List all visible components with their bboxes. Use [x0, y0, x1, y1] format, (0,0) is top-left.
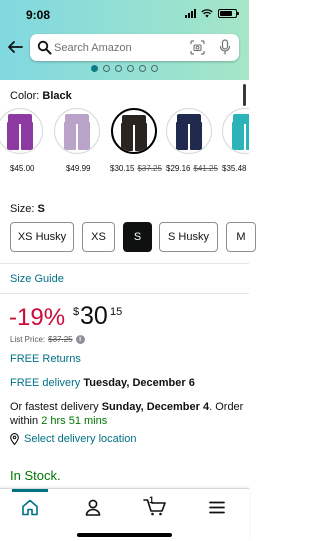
- search-bar[interactable]: [30, 34, 239, 61]
- product-thumbnail: [232, 114, 249, 150]
- swatch-price: $30.15 $37.25: [110, 164, 162, 173]
- swatch-price: $35.48: [222, 164, 247, 173]
- camera-search-icon[interactable]: [190, 40, 205, 55]
- fastest-delivery-info: Or fastest delivery Sunday, December 4. …: [10, 401, 244, 427]
- carousel-dot[interactable]: [91, 65, 98, 72]
- size-option-s[interactable]: S: [123, 222, 152, 252]
- free-delivery-link[interactable]: FREE delivery: [10, 377, 80, 389]
- account-icon: [85, 499, 101, 516]
- color-swatch-white-purple[interactable]: [54, 108, 100, 154]
- color-swatch-purple[interactable]: [0, 108, 43, 154]
- home-icon: [22, 499, 38, 515]
- product-thumbnail: [64, 114, 90, 150]
- cart-count: 1: [149, 495, 155, 505]
- divider: [0, 263, 249, 264]
- free-returns-link[interactable]: FREE Returns: [10, 353, 81, 365]
- battery-icon: [218, 9, 239, 18]
- bottom-nav: 1: [0, 488, 249, 541]
- color-swatch-teal[interactable]: [222, 108, 249, 154]
- carousel-dot[interactable]: [151, 65, 158, 72]
- app-header: 9:08: [0, 0, 249, 80]
- swatch-price: $49.99: [66, 164, 91, 173]
- nav-home[interactable]: [10, 489, 50, 525]
- price-whole: 30: [80, 302, 108, 330]
- size-option-xs[interactable]: XS: [82, 222, 115, 252]
- stock-status: In Stock.: [10, 468, 61, 483]
- wifi-icon: [201, 9, 213, 18]
- swatch-list-price: $41.25: [193, 164, 218, 173]
- home-indicator: [77, 533, 172, 537]
- status-icons: [185, 9, 239, 18]
- cart-icon: [143, 499, 166, 516]
- carousel-dot[interactable]: [115, 65, 122, 72]
- back-arrow-icon[interactable]: [7, 39, 23, 55]
- carousel-dot[interactable]: [139, 65, 146, 72]
- scrollbar[interactable]: [243, 84, 246, 106]
- order-countdown: 2 hrs 51 mins: [41, 415, 108, 427]
- search-input[interactable]: [54, 35, 184, 60]
- select-location-link[interactable]: Select delivery location: [10, 433, 137, 445]
- color-swatch-navy[interactable]: [166, 108, 212, 154]
- nav-cart[interactable]: 1: [135, 489, 175, 525]
- color-label: Color: Black: [10, 90, 72, 102]
- selected-size: S: [37, 203, 45, 215]
- delivery-info: FREE delivery Tuesday, December 6: [10, 377, 195, 389]
- swatch-price: $45.00: [10, 164, 35, 173]
- cellular-signal-icon: [185, 9, 196, 18]
- product-thumbnail: [121, 115, 147, 151]
- swatch-price: $29.16 $41.25: [166, 164, 218, 173]
- delivery-date: Tuesday, December 6: [83, 377, 195, 389]
- fastest-delivery-date: Sunday, December 4: [101, 401, 210, 413]
- list-price-value: $37.25: [48, 335, 73, 344]
- swatch-list-price: $37.25: [137, 164, 162, 173]
- info-icon[interactable]: i: [75, 335, 85, 344]
- size-option-s-husky[interactable]: S Husky: [159, 222, 218, 252]
- hamburger-menu-icon: [209, 501, 225, 513]
- carousel-dot[interactable]: [103, 65, 110, 72]
- size-option-m[interactable]: M: [226, 222, 256, 252]
- selected-color: Black: [42, 90, 72, 102]
- product-thumbnail: [176, 114, 202, 150]
- color-swatch-list: $45.00 $49.99 $30.15 $37.25 $29.16 $41.25 $35.…: [0, 108, 249, 178]
- size-guide-link[interactable]: Size Guide: [10, 273, 64, 285]
- price-fraction: 15: [110, 306, 123, 318]
- product-thumbnail: [7, 114, 33, 150]
- status-bar: 9:08: [0, 0, 249, 28]
- color-swatch-black[interactable]: [111, 108, 157, 154]
- price-currency: $: [73, 306, 80, 318]
- size-label: Size: S: [10, 203, 45, 215]
- status-time: 9:08: [26, 8, 51, 22]
- microphone-icon[interactable]: [219, 39, 231, 55]
- discount-percent: -19%: [9, 304, 66, 331]
- divider: [0, 293, 249, 294]
- carousel-dot[interactable]: [127, 65, 134, 72]
- size-option-xs-husky[interactable]: XS Husky: [10, 222, 74, 252]
- nav-menu[interactable]: [197, 489, 237, 525]
- search-icon: [37, 40, 52, 55]
- list-price: List Price: $37.25 i: [10, 335, 85, 344]
- image-carousel-dots[interactable]: [0, 65, 249, 72]
- location-pin-icon: [10, 433, 19, 445]
- nav-account[interactable]: [73, 489, 113, 525]
